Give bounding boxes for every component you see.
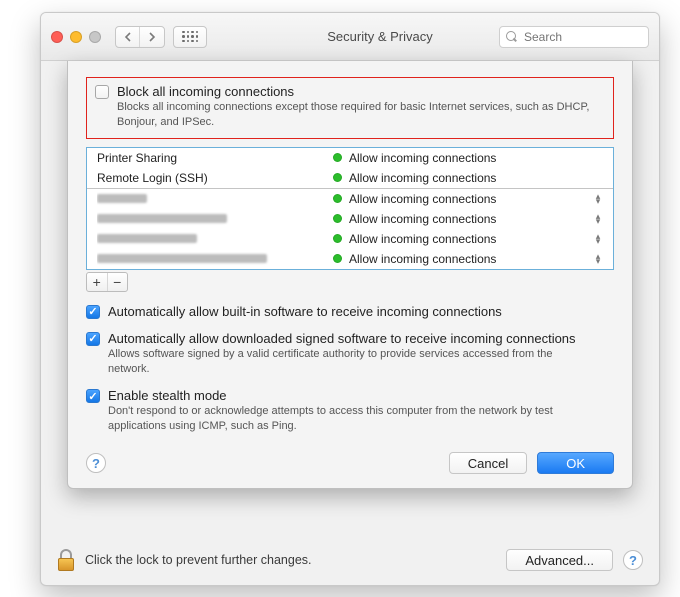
- lock-icon[interactable]: [57, 549, 75, 571]
- status-label: Allow incoming connections: [349, 252, 496, 266]
- status-cell[interactable]: Allow incoming connections: [333, 151, 603, 165]
- block-all-checkbox[interactable]: [95, 85, 109, 99]
- table-row[interactable]: Printer Sharing Allow incoming connectio…: [87, 148, 613, 168]
- auto-signed-row[interactable]: Automatically allow downloaded signed so…: [86, 331, 614, 346]
- auto-builtin-row[interactable]: Automatically allow built-in software to…: [86, 304, 614, 319]
- auto-signed-checkbox[interactable]: [86, 332, 100, 346]
- stealth-desc: Don't respond to or acknowledge attempts…: [108, 404, 588, 434]
- status-label: Allow incoming connections: [349, 151, 496, 165]
- chevron-updown-icon[interactable]: ▴▾: [593, 194, 603, 204]
- minimize-window-button[interactable]: [70, 31, 82, 43]
- chevron-updown-icon[interactable]: ▴▾: [593, 234, 603, 244]
- block-all-label: Block all incoming connections: [117, 84, 294, 99]
- service-name: Remote Login (SSH): [97, 171, 333, 185]
- app-name: [97, 192, 333, 206]
- show-all-prefs-button[interactable]: [173, 26, 207, 48]
- traffic-lights: [51, 31, 101, 43]
- search-icon: [506, 31, 517, 42]
- block-all-row[interactable]: Block all incoming connections: [95, 84, 605, 99]
- zoom-window-button[interactable]: [89, 31, 101, 43]
- auto-signed-label: Automatically allow downloaded signed so…: [108, 331, 576, 346]
- search-input[interactable]: [522, 29, 642, 45]
- table-row[interactable]: Allow incoming connections ▴▾: [87, 209, 613, 229]
- chevron-updown-icon[interactable]: ▴▾: [593, 214, 603, 224]
- add-remove-buttons: + −: [86, 272, 128, 292]
- status-dot-icon: [333, 173, 342, 182]
- status-dot-icon: [333, 194, 342, 203]
- status-cell[interactable]: Allow incoming connections: [333, 192, 593, 206]
- stealth-row[interactable]: Enable stealth mode: [86, 388, 614, 403]
- chevron-left-icon: [124, 32, 132, 42]
- table-row[interactable]: Allow incoming connections ▴▾: [87, 229, 613, 249]
- window-bottom-bar: Click the lock to prevent further change…: [57, 549, 643, 571]
- sheet-footer: ? Cancel OK: [86, 452, 614, 474]
- service-name: Printer Sharing: [97, 151, 333, 165]
- firewall-app-list: Printer Sharing Allow incoming connectio…: [86, 147, 614, 270]
- stealth-checkbox[interactable]: [86, 389, 100, 403]
- app-name: [97, 232, 333, 246]
- add-app-button[interactable]: +: [87, 273, 108, 291]
- window-toolbar: Security & Privacy: [41, 13, 659, 61]
- nav-forward-button[interactable]: [140, 27, 164, 47]
- status-label: Allow incoming connections: [349, 192, 496, 206]
- status-cell[interactable]: Allow incoming connections: [333, 252, 593, 266]
- window-body: Block all incoming connections Blocks al…: [41, 61, 659, 585]
- nav-back-forward: [115, 26, 165, 48]
- app-name: [97, 252, 333, 266]
- auto-signed-desc: Allows software signed by a valid certif…: [108, 347, 588, 377]
- status-label: Allow incoming connections: [349, 171, 496, 185]
- status-label: Allow incoming connections: [349, 212, 496, 226]
- block-all-desc: Blocks all incoming connections except t…: [117, 100, 605, 130]
- advanced-button[interactable]: Advanced...: [506, 549, 613, 571]
- auto-builtin-checkbox[interactable]: [86, 305, 100, 319]
- remove-app-button[interactable]: −: [108, 273, 128, 291]
- status-dot-icon: [333, 234, 342, 243]
- system-preferences-window: Security & Privacy Block all incoming co…: [40, 12, 660, 586]
- ok-button[interactable]: OK: [537, 452, 614, 474]
- block-all-option-box: Block all incoming connections Blocks al…: [86, 77, 614, 139]
- status-cell[interactable]: Allow incoming connections: [333, 212, 593, 226]
- sheet-help-button[interactable]: ?: [86, 453, 106, 473]
- status-cell[interactable]: Allow incoming connections: [333, 171, 603, 185]
- nav-back-button[interactable]: [116, 27, 140, 47]
- close-window-button[interactable]: [51, 31, 63, 43]
- cancel-button[interactable]: Cancel: [449, 452, 527, 474]
- grid-icon: [182, 31, 198, 43]
- stealth-label: Enable stealth mode: [108, 388, 227, 403]
- window-help-button[interactable]: ?: [623, 550, 643, 570]
- chevron-updown-icon[interactable]: ▴▾: [593, 254, 603, 264]
- status-dot-icon: [333, 214, 342, 223]
- lock-text: Click the lock to prevent further change…: [85, 553, 312, 567]
- auto-builtin-label: Automatically allow built-in software to…: [108, 304, 502, 319]
- app-name: [97, 212, 333, 226]
- status-label: Allow incoming connections: [349, 232, 496, 246]
- status-dot-icon: [333, 254, 342, 263]
- status-dot-icon: [333, 153, 342, 162]
- search-field-wrap[interactable]: [499, 26, 649, 48]
- table-row[interactable]: Allow incoming connections ▴▾: [87, 189, 613, 209]
- table-row[interactable]: Allow incoming connections ▴▾: [87, 249, 613, 269]
- status-cell[interactable]: Allow incoming connections: [333, 232, 593, 246]
- table-row[interactable]: Remote Login (SSH) Allow incoming connec…: [87, 168, 613, 188]
- firewall-options-sheet: Block all incoming connections Blocks al…: [67, 61, 633, 489]
- chevron-right-icon: [148, 32, 156, 42]
